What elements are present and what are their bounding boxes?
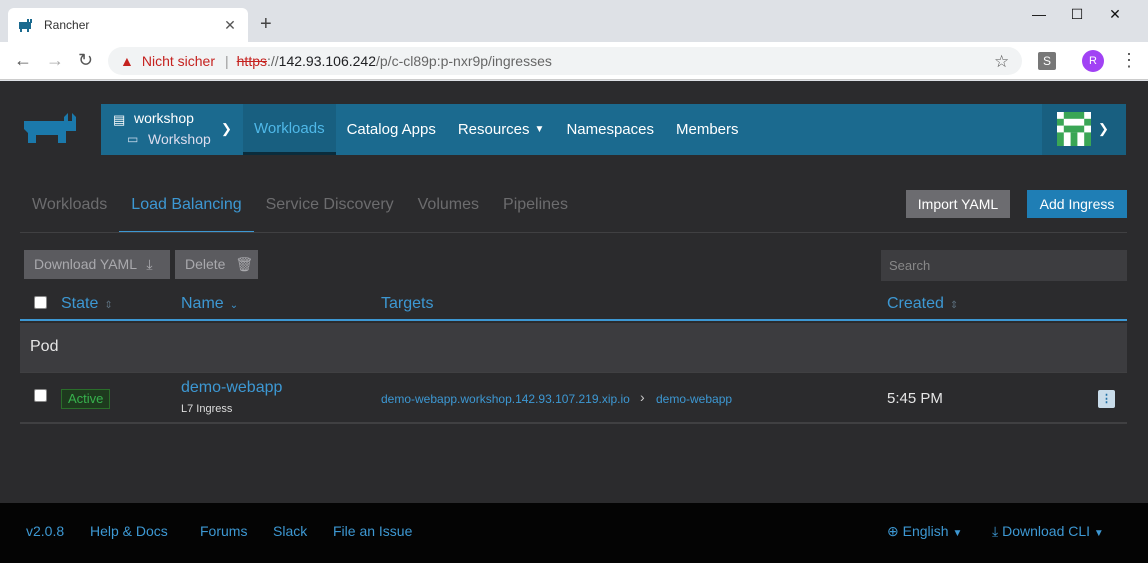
row-checkbox[interactable] <box>34 389 47 402</box>
nav-members[interactable]: Members <box>665 104 750 155</box>
chevron-down-icon: ❯ <box>221 121 232 136</box>
url-scheme-separator: :// <box>267 53 279 69</box>
project-switcher[interactable]: ▤ workshop ▭ Workshop ❯ <box>101 104 243 155</box>
folder-icon: ▭ <box>127 132 139 146</box>
sort-icon: ⇕ <box>949 300 959 311</box>
target-host-link[interactable]: demo-webapp.workshop.142.93.107.219.xip.… <box>381 392 630 406</box>
browser-tab-bar: Rancher ✕ + — ☐ ✕ <box>0 0 1148 42</box>
sort-icon: ⇕ <box>104 300 113 311</box>
forums-link[interactable]: Forums <box>200 523 247 539</box>
download-icon: ⤓ <box>992 523 999 539</box>
ingress-type: L7 Ingress <box>181 403 233 415</box>
chevron-down-icon: ❯ <box>1098 121 1109 136</box>
column-name-label: Name <box>181 295 224 312</box>
column-created[interactable]: Created ⇕ <box>887 295 958 313</box>
tab-title: Rancher <box>44 18 90 32</box>
nav-workloads[interactable]: Workloads <box>243 104 336 155</box>
trash-icon: 🗑 <box>235 256 254 272</box>
url-scheme: https <box>236 53 267 69</box>
status-badge: Active <box>61 389 111 409</box>
download-yaml-button[interactable]: Download YAML ⤓ <box>24 250 170 279</box>
project-name: Workshop <box>148 131 211 147</box>
column-targets: Targets <box>381 295 434 312</box>
url-host: 142.93.106.242 <box>278 53 376 69</box>
address-bar[interactable]: ▲ Nicht sicher | https://142.93.106.242/… <box>108 47 1022 75</box>
url-path: /p/c-cl89p:p-nxr9p/ingresses <box>376 53 552 69</box>
nav-namespaces[interactable]: Namespaces <box>555 104 665 155</box>
browser-toolbar: ← → ↻ ▲ Nicht sicher | https://142.93.10… <box>0 42 1148 80</box>
chevron-down-icon: ▼ <box>1093 528 1104 539</box>
user-menu[interactable]: ❯ <box>1042 104 1126 155</box>
nav-resources[interactable]: Resources ▼ <box>447 104 556 155</box>
tab-workloads[interactable]: Workloads <box>20 188 119 233</box>
app-header: ▤ workshop ▭ Workshop ❯ Workloads Catalo… <box>0 81 1148 155</box>
cluster-name: workshop <box>134 110 194 126</box>
minimize-button[interactable]: — <box>1024 6 1054 22</box>
column-created-label: Created <box>887 295 944 312</box>
version-link[interactable]: v2.0.8 <box>26 523 64 539</box>
chevron-right-icon: › <box>640 389 645 405</box>
user-avatar-icon <box>1057 112 1091 146</box>
row-actions-icon[interactable]: ⋮ <box>1098 390 1115 408</box>
tab-volumes[interactable]: Volumes <box>406 188 491 233</box>
globe-icon: ⊕ <box>887 523 899 539</box>
back-icon[interactable]: ← <box>14 51 32 69</box>
maximize-button[interactable]: ☐ <box>1062 6 1092 23</box>
column-name[interactable]: Name ⌄ <box>181 295 238 313</box>
table-row: Active demo-webapp L7 Ingress demo-webap… <box>20 372 1127 424</box>
target-service-link[interactable]: demo-webapp <box>656 392 732 406</box>
import-yaml-button[interactable]: Import YAML <box>906 190 1010 218</box>
column-state-label: State <box>61 295 99 312</box>
ingress-name-link[interactable]: demo-webapp <box>181 379 282 397</box>
profile-avatar[interactable]: R <box>1082 50 1104 72</box>
add-ingress-button[interactable]: Add Ingress <box>1027 190 1127 218</box>
divider <box>20 232 1127 233</box>
sort-desc-icon: ⌄ <box>229 300 239 311</box>
nav-catalog-apps[interactable]: Catalog Apps <box>336 104 447 155</box>
footer: v2.0.8 Help & Docs Forums Slack File an … <box>0 503 1148 563</box>
slack-link[interactable]: Slack <box>273 523 307 539</box>
language-selector[interactable]: ⊕ English ▼ <box>887 523 962 540</box>
rancher-logo-icon[interactable] <box>20 111 78 147</box>
bookmark-star-icon[interactable]: ☆ <box>994 52 1009 72</box>
close-window-button[interactable]: ✕ <box>1100 6 1130 23</box>
search-input[interactable] <box>881 250 1127 281</box>
rancher-app: ▤ workshop ▭ Workshop ❯ Workloads Catalo… <box>0 81 1148 563</box>
created-time: 5:45 PM <box>887 390 943 407</box>
nav-resources-label: Resources <box>457 121 530 138</box>
column-state[interactable]: State ⇕ <box>61 295 113 313</box>
browser-tab[interactable]: Rancher ✕ <box>8 8 248 42</box>
reload-icon[interactable]: ↻ <box>78 51 93 69</box>
forward-icon[interactable]: → <box>46 51 64 69</box>
language-label: English <box>902 523 949 539</box>
sub-tabs: Workloads Load Balancing Service Discove… <box>20 188 580 233</box>
chevron-down-icon: ▼ <box>952 528 963 539</box>
browser-menu-icon[interactable]: ⋮ <box>1120 50 1138 71</box>
delete-label: Delete <box>185 256 226 272</box>
tab-close-icon[interactable]: ✕ <box>222 17 238 34</box>
extension-icon[interactable]: S <box>1038 52 1056 70</box>
new-tab-button[interactable]: + <box>260 14 272 34</box>
chevron-down-icon: ▼ <box>534 124 545 135</box>
download-yaml-label: Download YAML <box>34 256 137 272</box>
tab-pipelines[interactable]: Pipelines <box>491 188 580 233</box>
download-icon: ⤓ <box>146 256 153 272</box>
cluster-icon: ▤ <box>113 112 126 127</box>
top-nav: Workloads Catalog Apps Resources ▼ Names… <box>243 104 1042 155</box>
rancher-favicon-icon <box>19 19 32 32</box>
file-issue-link[interactable]: File an Issue <box>333 523 412 539</box>
download-cli-label: Download CLI <box>1002 523 1091 539</box>
download-cli-link[interactable]: ⤓ Download CLI ▼ <box>992 523 1104 540</box>
help-docs-link[interactable]: Help & Docs <box>90 523 168 539</box>
warning-icon: ▲ <box>120 53 134 69</box>
group-row: Pod <box>20 323 1127 372</box>
security-warning[interactable]: Nicht sicher <box>142 53 215 69</box>
address-separator: | <box>225 53 229 69</box>
table-header: State ⇕ Name ⌄ Targets Created ⇕ <box>20 288 1127 321</box>
delete-button[interactable]: Delete 🗑 <box>175 250 258 279</box>
tab-load-balancing[interactable]: Load Balancing <box>119 188 254 233</box>
select-all-checkbox[interactable] <box>34 296 47 309</box>
group-label: Pod <box>30 338 59 355</box>
tab-service-discovery[interactable]: Service Discovery <box>254 188 406 233</box>
